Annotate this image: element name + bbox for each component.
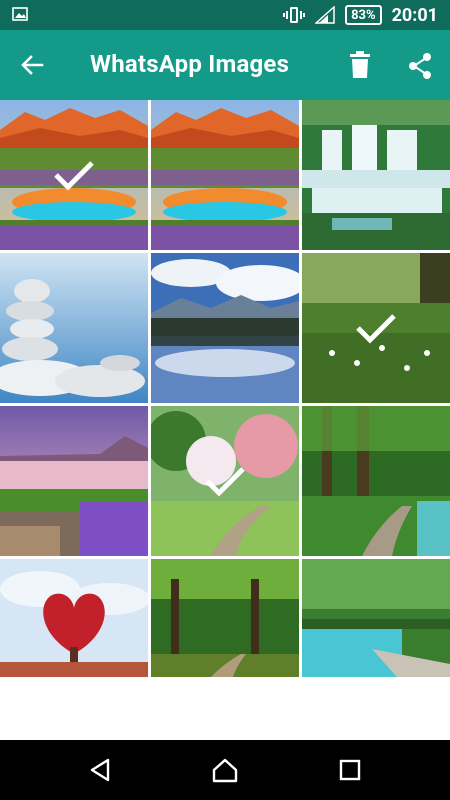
- battery-indicator: 83%: [345, 5, 382, 25]
- clock: 20:01: [391, 4, 438, 26]
- navigation-bar: [0, 740, 450, 800]
- checkmark-icon: [54, 161, 94, 191]
- image-thumbnail[interactable]: [302, 253, 450, 403]
- back-arrow-icon[interactable]: [18, 51, 46, 79]
- image-thumbnail[interactable]: [0, 253, 148, 403]
- app-bar: WhatsApp Images: [0, 30, 450, 100]
- checkmark-icon: [356, 314, 396, 344]
- nav-back-icon[interactable]: [86, 756, 114, 784]
- checkmark-icon: [205, 467, 245, 497]
- image-thumbnail[interactable]: [151, 100, 299, 250]
- image-thumbnail[interactable]: [0, 406, 148, 556]
- image-thumbnail[interactable]: [151, 406, 299, 556]
- image-notification-icon: [12, 7, 28, 21]
- page-title: WhatsApp Images: [90, 50, 290, 78]
- signal-icon: [315, 6, 335, 24]
- trash-icon[interactable]: [348, 50, 372, 80]
- status-bar: 83% 20:01: [0, 0, 450, 30]
- image-thumbnail[interactable]: [0, 559, 148, 677]
- image-thumbnail[interactable]: [0, 100, 148, 250]
- image-thumbnail[interactable]: [151, 559, 299, 677]
- share-icon[interactable]: [406, 52, 434, 80]
- battery-level: 83%: [351, 7, 376, 23]
- image-thumbnail[interactable]: [302, 100, 450, 250]
- image-thumbnail[interactable]: [302, 406, 450, 556]
- image-thumbnail[interactable]: [151, 253, 299, 403]
- image-thumbnail[interactable]: [302, 559, 450, 677]
- nav-recents-icon[interactable]: [336, 756, 364, 784]
- image-grid: [0, 100, 450, 677]
- vibrate-icon: [283, 7, 306, 23]
- nav-home-icon[interactable]: [211, 756, 239, 784]
